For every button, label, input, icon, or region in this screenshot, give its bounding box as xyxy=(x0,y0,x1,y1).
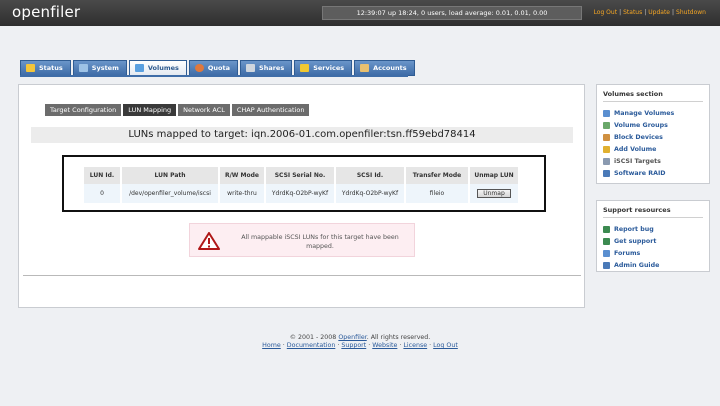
add-volume-icon xyxy=(603,145,610,153)
sidebar-item-add-volume[interactable]: Add Volume xyxy=(603,143,709,155)
footer-logout-link[interactable]: Log Out xyxy=(433,342,458,349)
admin-guide-icon xyxy=(603,261,610,269)
info-message: All mappable iSCSI LUNs for this target … xyxy=(189,223,415,257)
system-status-readout: 12:39:07 up 18:24, 0 users, load average… xyxy=(322,6,582,20)
volumes-icon xyxy=(134,64,144,72)
sidebar-item-iscsi-targets[interactable]: iSCSI Targets xyxy=(603,155,709,167)
accounts-icon xyxy=(360,64,370,72)
system-icon xyxy=(78,64,88,72)
services-icon xyxy=(300,64,310,72)
tab-services[interactable]: Services xyxy=(294,60,353,76)
cell-lun-path: /dev/openfiler_volume/iscsi xyxy=(122,184,218,203)
iscsi-targets-icon xyxy=(603,157,610,165)
support-resources-panel: Support resources Report bug Get support… xyxy=(596,200,710,272)
footer-website-link[interactable]: Website xyxy=(372,342,397,349)
table-header-row: LUN Id. LUN Path R/W Mode SCSI Serial No… xyxy=(84,167,518,184)
tab-shares[interactable]: Shares xyxy=(240,60,293,76)
cell-unmap: Unmap xyxy=(470,184,518,203)
tab-status[interactable]: Status xyxy=(20,60,71,76)
page-title: LUNs mapped to target: iqn.2006-01.com.o… xyxy=(31,127,573,143)
update-link[interactable]: Update xyxy=(648,9,670,16)
col-scsi-serial: SCSI Serial No. xyxy=(266,167,334,184)
tab-accounts[interactable]: Accounts xyxy=(354,60,415,76)
divider xyxy=(23,275,581,276)
openfiler-logo[interactable]: openfiler xyxy=(12,3,80,21)
lun-table: LUN Id. LUN Path R/W Mode SCSI Serial No… xyxy=(82,167,520,203)
top-links: Log Out | Status | Update | Shutdown xyxy=(593,9,706,16)
sidebar-item-software-raid[interactable]: Software RAID xyxy=(603,167,709,179)
cell-scsi-id: YdrdKq-O2bP-wyKf xyxy=(336,184,404,203)
status-icon xyxy=(26,64,35,72)
sidebar-item-admin-guide[interactable]: Admin Guide xyxy=(603,259,709,271)
manage-volumes-icon xyxy=(603,109,610,117)
footer-license-link[interactable]: License xyxy=(403,342,427,349)
lun-table-box: LUN Id. LUN Path R/W Mode SCSI Serial No… xyxy=(62,155,546,212)
col-scsi-id: SCSI Id. xyxy=(336,167,404,184)
table-row: 0 /dev/openfiler_volume/iscsi write-thru… xyxy=(84,184,518,203)
sidebar-item-block-devices[interactable]: Block Devices xyxy=(603,131,709,143)
footer-links: Home · Documentation · Support · Website… xyxy=(262,342,458,349)
main-tabs: Status System Volumes Quota Shares Servi… xyxy=(20,60,415,76)
footer-documentation-link[interactable]: Documentation xyxy=(287,342,336,349)
status-link[interactable]: Status xyxy=(623,9,642,16)
col-lun-id: LUN Id. xyxy=(84,167,120,184)
copyright: © 2001 - 2008 Openfiler. All rights rese… xyxy=(289,334,431,341)
sidebar-item-volume-groups[interactable]: Volume Groups xyxy=(603,119,709,131)
cell-transfer-mode: fileio xyxy=(406,184,468,203)
subtab-lun-mapping[interactable]: LUN Mapping xyxy=(123,104,177,116)
software-raid-icon xyxy=(603,169,610,177)
tab-volumes[interactable]: Volumes xyxy=(128,60,187,76)
report-bug-icon xyxy=(603,225,610,233)
subtab-network-acl[interactable]: Network ACL xyxy=(178,104,230,116)
main-panel: Target Configuration LUN Mapping Network… xyxy=(18,84,585,308)
col-rw-mode: R/W Mode xyxy=(220,167,264,184)
cell-scsi-serial: YdrdKq-O2bP-wyKf xyxy=(266,184,334,203)
cell-rw-mode: write-thru xyxy=(220,184,264,203)
sidebar-item-report-bug[interactable]: Report bug xyxy=(603,223,709,235)
iscsi-subtabs: Target Configuration LUN Mapping Network… xyxy=(45,104,310,116)
quota-icon xyxy=(194,64,204,72)
block-devices-icon xyxy=(603,133,610,141)
subtab-target-configuration[interactable]: Target Configuration xyxy=(45,104,122,116)
tab-system[interactable]: System xyxy=(72,60,127,76)
col-unmap-lun: Unmap LUN xyxy=(470,167,518,184)
shutdown-link[interactable]: Shutdown xyxy=(676,9,706,16)
volumes-section-panel: Volumes section Manage Volumes Volume Gr… xyxy=(596,84,710,184)
unmap-button[interactable]: Unmap xyxy=(477,189,511,198)
support-resources-title: Support resources xyxy=(603,206,703,218)
volume-groups-icon xyxy=(603,121,610,129)
footer: © 2001 - 2008 Openfiler. All rights rese… xyxy=(0,334,720,350)
sidebar-item-forums[interactable]: Forums xyxy=(603,247,709,259)
volumes-section-title: Volumes section xyxy=(603,90,703,102)
top-bar: openfiler 12:39:07 up 18:24, 0 users, lo… xyxy=(0,0,720,26)
tab-underline xyxy=(20,75,408,77)
tab-quota[interactable]: Quota xyxy=(188,60,239,76)
cell-lun-id: 0 xyxy=(84,184,120,203)
forums-icon xyxy=(603,249,610,257)
sidebar-item-manage-volumes[interactable]: Manage Volumes xyxy=(603,107,709,119)
sidebar-item-get-support[interactable]: Get support xyxy=(603,235,709,247)
warning-icon xyxy=(198,232,220,250)
get-support-icon xyxy=(603,237,610,245)
logout-link[interactable]: Log Out xyxy=(594,9,618,16)
subtab-chap-authentication[interactable]: CHAP Authentication xyxy=(231,104,310,116)
info-message-text: All mappable iSCSI LUNs for this target … xyxy=(241,234,399,250)
openfiler-link[interactable]: Openfiler xyxy=(338,334,366,341)
shares-icon xyxy=(246,64,256,72)
footer-support-link[interactable]: Support xyxy=(341,342,366,349)
footer-home-link[interactable]: Home xyxy=(262,342,281,349)
col-lun-path: LUN Path xyxy=(122,167,218,184)
col-transfer-mode: Transfer Mode xyxy=(406,167,468,184)
